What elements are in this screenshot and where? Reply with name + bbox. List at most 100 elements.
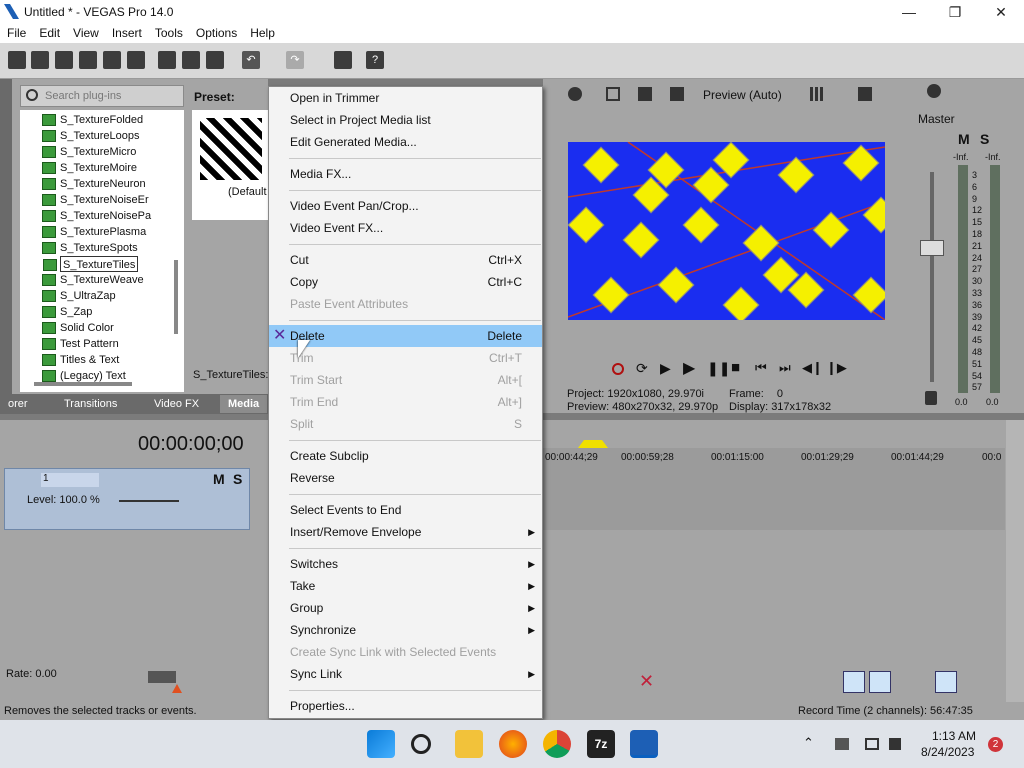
master-mute-button[interactable]: M bbox=[958, 131, 970, 147]
menu-item-select-events-to-end[interactable]: Select Events to End bbox=[269, 499, 542, 521]
preset-thumbnail[interactable]: (Default bbox=[192, 110, 268, 220]
plugin-item[interactable]: S_TextureNoiseEr bbox=[42, 192, 149, 208]
plugin-item[interactable]: Test Pattern bbox=[42, 336, 119, 352]
menu-item-reverse[interactable]: Reverse bbox=[269, 467, 542, 489]
menu-file[interactable]: File bbox=[0, 24, 32, 40]
search-taskbar-icon[interactable] bbox=[411, 734, 431, 754]
plugin-item[interactable]: S_TextureNoisePa bbox=[42, 208, 151, 224]
auto-crossfade-icon[interactable] bbox=[869, 671, 891, 693]
plugin-item[interactable]: S_UltraZap bbox=[42, 288, 116, 304]
menu-item-create-subclip[interactable]: Create Subclip bbox=[269, 445, 542, 467]
plugin-item[interactable]: Solid Color bbox=[42, 320, 114, 336]
track-level-slider[interactable] bbox=[119, 500, 179, 502]
menu-item-switches[interactable]: Switches ▶ bbox=[269, 553, 542, 575]
ripple-edit-icon[interactable] bbox=[935, 671, 957, 693]
video-preview[interactable] bbox=[568, 142, 885, 320]
clock-date[interactable]: 8/24/2023 bbox=[921, 745, 974, 759]
new-icon[interactable] bbox=[8, 51, 26, 69]
next-frame-icon[interactable]: ❙▶ bbox=[826, 360, 847, 376]
menu-item-media-fx[interactable]: Media FX... bbox=[269, 163, 542, 185]
plugin-item[interactable]: S_TextureLoops bbox=[42, 128, 140, 144]
menu-help[interactable]: Help bbox=[243, 24, 281, 40]
save-icon[interactable] bbox=[55, 51, 73, 69]
menu-item-select-in-project-media-list[interactable]: Select in Project Media list bbox=[269, 109, 542, 131]
tree-scrollbar[interactable] bbox=[174, 260, 178, 334]
track-header[interactable]: 1 M S Level: 100.0 % bbox=[4, 468, 250, 530]
menu-item-video-event-fx[interactable]: Video Event FX... bbox=[269, 217, 542, 239]
menu-item-properties[interactable]: Properties... bbox=[269, 695, 542, 717]
tab-video-fx[interactable]: Video FX bbox=[146, 395, 207, 413]
copy-snapshot-icon[interactable] bbox=[670, 87, 684, 101]
tab-transitions[interactable]: Transitions bbox=[56, 395, 125, 413]
plugin-item[interactable]: S_TextureMoire bbox=[42, 160, 137, 176]
search-input[interactable]: Search plug-ins bbox=[20, 85, 184, 107]
menu-item-copy[interactable]: Copy Ctrl+C bbox=[269, 271, 542, 293]
lock-icon[interactable] bbox=[925, 391, 937, 405]
menu-item-edit-generated-media[interactable]: Edit Generated Media... bbox=[269, 131, 542, 153]
display-icon[interactable] bbox=[865, 738, 879, 750]
track-solo-button[interactable]: S bbox=[233, 471, 242, 487]
prev-frame-icon[interactable]: ◀❙ bbox=[802, 360, 823, 376]
plugin-item[interactable]: S_TextureFolded bbox=[42, 112, 143, 128]
cut-icon[interactable] bbox=[158, 51, 176, 69]
plugin-item[interactable]: Titles & Text bbox=[42, 352, 119, 368]
master-fader-handle[interactable] bbox=[920, 240, 944, 256]
grid-icon[interactable] bbox=[810, 87, 824, 101]
close-button[interactable]: ✕ bbox=[978, 0, 1024, 24]
clock-time[interactable]: 1:13 AM bbox=[932, 729, 976, 743]
play-icon[interactable]: ▶ bbox=[683, 358, 695, 378]
external-monitor-icon[interactable] bbox=[606, 87, 620, 101]
tab-media-generators[interactable]: Media bbox=[220, 395, 268, 413]
snap-icon[interactable] bbox=[843, 671, 865, 693]
overlay-icon[interactable] bbox=[858, 87, 872, 101]
plugin-item[interactable]: S_TextureSpots bbox=[42, 240, 138, 256]
menu-item-group[interactable]: Group ▶ bbox=[269, 597, 542, 619]
undo-icon[interactable]: ↶ bbox=[242, 51, 260, 69]
stop-icon[interactable]: ■ bbox=[731, 359, 740, 376]
save-as-icon[interactable] bbox=[79, 51, 97, 69]
go-to-end-icon[interactable]: ⏭ bbox=[779, 360, 791, 376]
help-icon[interactable]: ? bbox=[366, 51, 384, 69]
plugin-tree[interactable]: S_TextureFolded S_TextureLoops S_TextureMi… bbox=[20, 110, 184, 392]
7zip-icon[interactable]: 7z bbox=[587, 730, 615, 758]
master-gear-icon[interactable] bbox=[927, 84, 941, 98]
chrome-icon[interactable] bbox=[543, 730, 571, 758]
plugin-icon[interactable] bbox=[334, 51, 352, 69]
delete-icon[interactable]: ✕ bbox=[639, 671, 654, 692]
record-icon[interactable] bbox=[612, 363, 624, 375]
menu-item-open-in-trimmer[interactable]: Open in Trimmer bbox=[269, 87, 542, 109]
menu-item-sync-link[interactable]: Sync Link ▶ bbox=[269, 663, 542, 685]
menu-item-video-event-pan-crop[interactable]: Video Event Pan/Crop... bbox=[269, 195, 542, 217]
menu-edit[interactable]: Edit bbox=[32, 24, 66, 40]
menu-item-synchronize[interactable]: Synchronize ▶ bbox=[269, 619, 542, 641]
menu-item-insert-remove-envelope[interactable]: Insert/Remove Envelope ▶ bbox=[269, 521, 542, 543]
tree-hscrollbar[interactable] bbox=[34, 382, 132, 386]
network-icon[interactable] bbox=[835, 738, 849, 750]
menu-insert[interactable]: Insert bbox=[105, 24, 148, 40]
plugin-item[interactable]: S_TextureNeuron bbox=[42, 176, 146, 192]
paste-icon[interactable] bbox=[206, 51, 224, 69]
split-icon[interactable] bbox=[638, 87, 652, 101]
menu-item-cut[interactable]: Cut Ctrl+X bbox=[269, 249, 542, 271]
volume-icon[interactable] bbox=[889, 738, 901, 750]
preview-quality-dropdown[interactable]: Preview (Auto) bbox=[703, 88, 782, 102]
maximize-button[interactable]: ❐ bbox=[932, 0, 978, 24]
plugin-item[interactable]: S_TexturePlasma bbox=[42, 224, 146, 240]
loop-icon[interactable]: ⟳ bbox=[636, 360, 648, 377]
show-hidden-icons-icon[interactable]: ⌃ bbox=[803, 735, 814, 751]
render-icon[interactable] bbox=[103, 51, 121, 69]
plugin-item[interactable]: S_TextureTiles bbox=[43, 256, 139, 272]
redo-icon[interactable]: ↷ bbox=[286, 51, 304, 69]
master-solo-button[interactable]: S bbox=[980, 131, 989, 147]
menu-item-take[interactable]: Take ▶ bbox=[269, 575, 542, 597]
windows-start-icon[interactable] bbox=[367, 730, 395, 758]
plugin-item[interactable]: S_Zap bbox=[42, 304, 92, 320]
tab-explorer[interactable]: orer bbox=[0, 395, 36, 413]
copy-icon[interactable] bbox=[182, 51, 200, 69]
plugin-item[interactable]: S_TextureWeave bbox=[42, 272, 144, 288]
file-explorer-icon[interactable] bbox=[455, 730, 483, 758]
vegas-taskbar-icon[interactable] bbox=[630, 730, 658, 758]
notification-badge[interactable]: 2 bbox=[988, 737, 1003, 752]
menu-view[interactable]: View bbox=[66, 24, 105, 40]
pause-icon[interactable]: ❚❚ bbox=[707, 360, 730, 377]
